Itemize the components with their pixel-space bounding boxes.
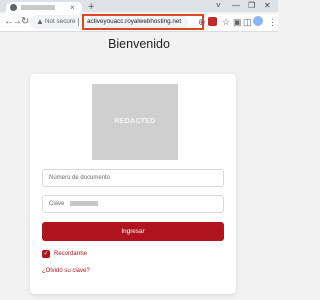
menu-icon[interactable]: ⋮ bbox=[268, 16, 277, 28]
url-text: activeyouacc.royalwebhosting.net bbox=[87, 18, 182, 25]
translate-icon[interactable]: ⊕ bbox=[198, 16, 206, 28]
remember-label[interactable]: Recordarme bbox=[54, 250, 87, 258]
tab-search-icon[interactable]: ˅ bbox=[216, 0, 221, 11]
login-card: REDACTED Número de documento Clave Ingre… bbox=[30, 74, 236, 294]
password-label-redacted bbox=[70, 201, 98, 206]
document-number-input[interactable]: Número de documento bbox=[42, 169, 224, 187]
password-input[interactable]: Clave bbox=[42, 195, 224, 213]
avatar[interactable] bbox=[253, 16, 263, 26]
submit-button[interactable]: Ingresar bbox=[42, 222, 224, 241]
url-highlight[interactable]: activeyouacc.royalwebhosting.net bbox=[82, 14, 204, 30]
password-placeholder: Clave bbox=[49, 201, 65, 207]
address-bar[interactable]: ▲ Not secure activeyouacc.royalwebhostin… bbox=[30, 14, 204, 30]
tab-title-redacted bbox=[21, 5, 55, 10]
browser-toolbar: ← → ↻ ▲ Not secure activeyouacc.royalweb… bbox=[0, 14, 278, 32]
new-tab-button[interactable]: + bbox=[88, 1, 94, 13]
logo-placeholder: REDACTED bbox=[92, 84, 178, 160]
security-indicator[interactable]: Not secure bbox=[45, 15, 75, 29]
window-close-icon[interactable]: ✕ bbox=[264, 0, 271, 11]
maximize-icon[interactable]: ❐ bbox=[248, 0, 255, 11]
remember-checkbox[interactable]: ✓ bbox=[42, 250, 50, 258]
star-icon[interactable]: ☆ bbox=[222, 16, 230, 28]
minimize-icon[interactable]: — bbox=[232, 0, 240, 11]
document-number-placeholder: Número de documento bbox=[49, 175, 111, 181]
reload-icon[interactable]: ↻ bbox=[21, 16, 29, 28]
logo-text: REDACTED bbox=[114, 118, 156, 125]
extensions-icon[interactable]: ▣ bbox=[233, 16, 242, 28]
extension-badge-icon[interactable] bbox=[208, 17, 217, 26]
globe-icon bbox=[10, 4, 17, 11]
browser-tab[interactable]: × bbox=[6, 2, 82, 14]
page-title: Bienvenido bbox=[108, 37, 170, 51]
forgot-password-link[interactable]: ¿Olvidó su clave? bbox=[42, 267, 90, 275]
close-icon[interactable]: × bbox=[70, 2, 75, 13]
warning-icon[interactable]: ▲ bbox=[36, 16, 44, 28]
address-separator bbox=[78, 18, 79, 26]
side-panel-icon[interactable]: ◫ bbox=[243, 16, 252, 28]
